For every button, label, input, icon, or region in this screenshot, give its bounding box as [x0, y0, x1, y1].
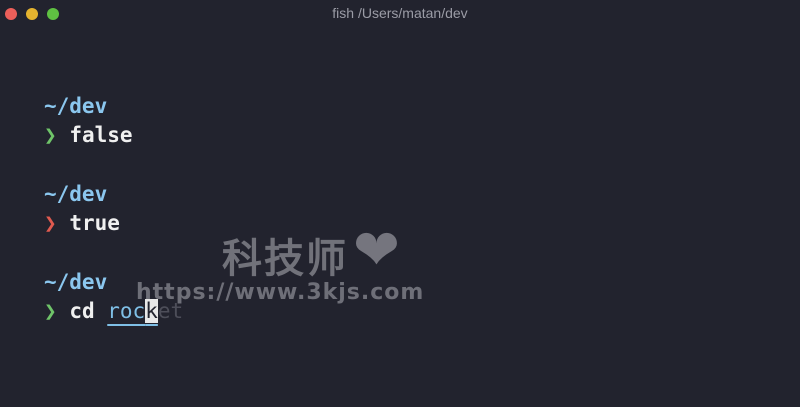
autosuggestion: et — [157, 299, 184, 323]
title-bar[interactable]: fish /Users/matan/dev — [0, 0, 800, 28]
terminal-output[interactable]: ~/dev ❯ false ~/dev ❯ true ~/dev ❯ cd ro… — [44, 92, 183, 326]
command-text: true — [69, 211, 120, 235]
prompt-error-icon: ❯ — [44, 211, 57, 235]
cwd-line: ~/dev — [44, 270, 108, 294]
cwd-line: ~/dev — [44, 94, 108, 118]
text-cursor: k — [145, 299, 158, 323]
command-line: ❯ true — [44, 209, 183, 238]
window-title: fish /Users/matan/dev — [332, 5, 468, 21]
command-text: cd — [69, 299, 95, 323]
terminal-window: fish /Users/matan/dev ~/dev ❯ false ~/de… — [0, 0, 800, 407]
heart-icon: ❤ — [353, 218, 400, 283]
command-line: ❯ false — [44, 121, 183, 150]
typed-argument: roc — [107, 299, 146, 323]
command-text: false — [69, 123, 133, 147]
watermark-text: 科技师 — [222, 236, 348, 282]
path-argument: rock — [107, 299, 158, 323]
cwd-line: ~/dev — [44, 182, 108, 206]
prompt-success-icon: ❯ — [44, 299, 57, 323]
active-command-line[interactable]: ❯ cd rocket — [44, 297, 183, 326]
prompt-success-icon: ❯ — [44, 123, 57, 147]
